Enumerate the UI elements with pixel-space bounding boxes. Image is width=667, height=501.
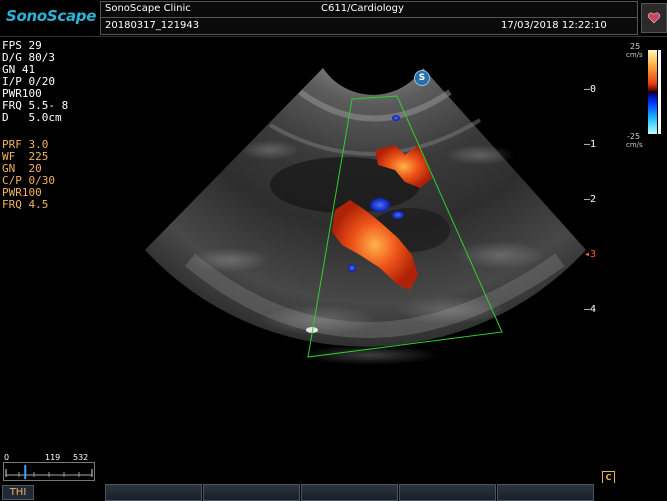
cine-start: 0 (4, 453, 10, 462)
cine-track[interactable] (3, 462, 95, 481)
softkey-5[interactable] (497, 484, 594, 501)
depth-mark: —0 (584, 84, 597, 95)
cine-current: 119 (45, 453, 61, 462)
depth-mark: —4 (584, 304, 597, 315)
cine-ticks (5, 465, 93, 479)
softkey-1[interactable] (105, 484, 202, 501)
ultrasound-image[interactable] (0, 0, 667, 500)
depth-mark: —2 (584, 194, 597, 205)
scale-max: 25 (630, 42, 641, 51)
velocity-colorbar-edge (658, 50, 661, 134)
cine-end: 532 (73, 453, 89, 462)
velocity-colorbar (648, 50, 657, 134)
thi-mode-label[interactable]: THI (2, 485, 34, 500)
param-row: FRQ 4.5 (2, 198, 49, 211)
depth-mark: —1 (584, 139, 597, 150)
param-row: D 5.0cm (2, 111, 62, 124)
probe-orientation-badge: S (414, 70, 430, 86)
scale-min-unit: cm/s (626, 141, 643, 149)
scale-max-unit: cm/s (626, 51, 643, 59)
softkey-2[interactable] (203, 484, 300, 501)
softkey-3[interactable] (301, 484, 398, 501)
softkey-4[interactable] (399, 484, 496, 501)
focus-depth-mark: ◂3 (584, 249, 597, 260)
scale-min: -25 (627, 132, 641, 141)
